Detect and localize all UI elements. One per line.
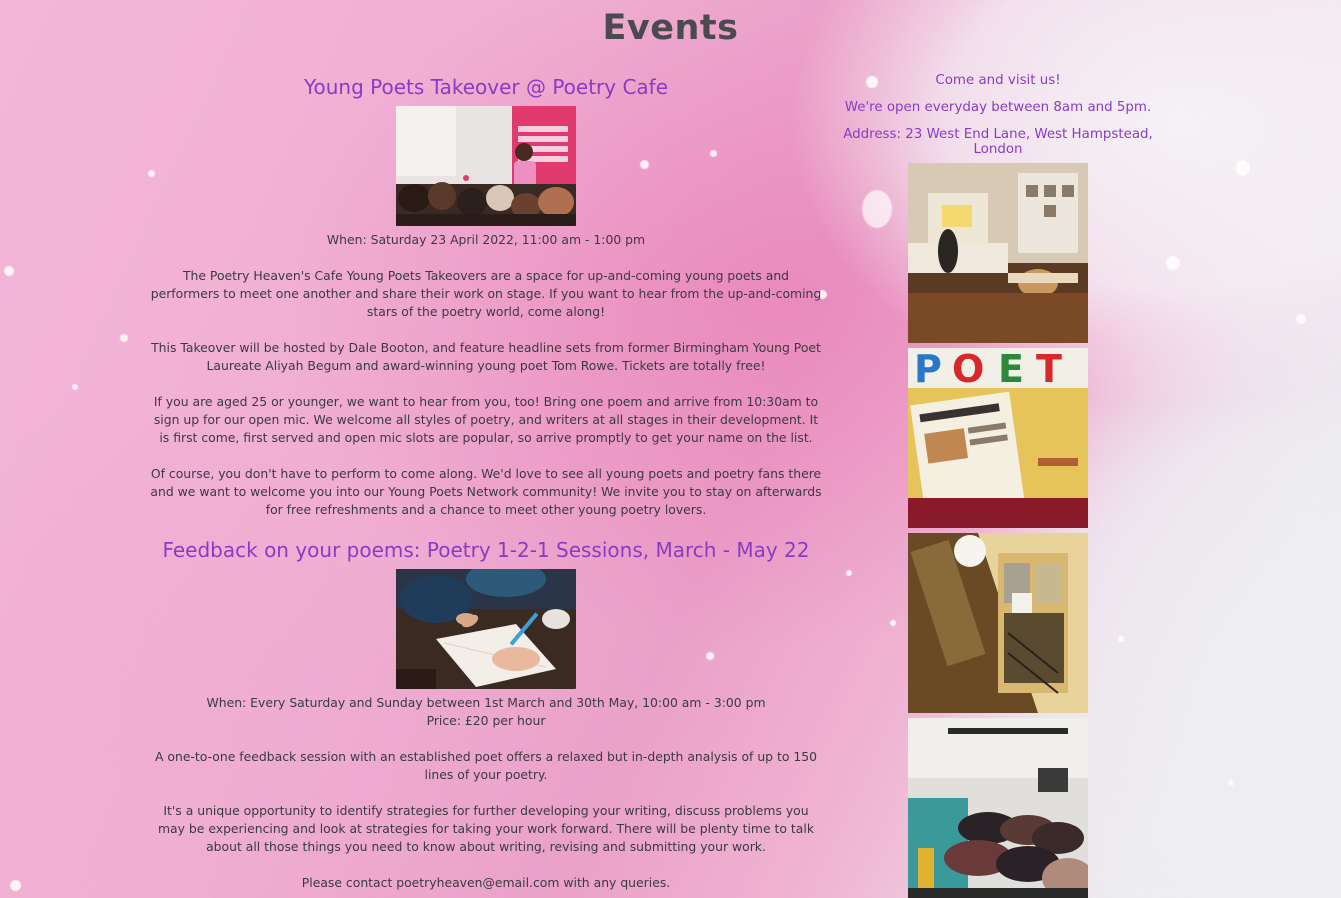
event-title: Feedback on your poems: Poetry 1-2-1 Ses…: [162, 538, 810, 562]
svg-text:E: E: [998, 348, 1024, 391]
event-price: Price: £20 per hour: [426, 713, 546, 728]
event-card: Young Poets Takeover @ Poetry Cafe When:…: [150, 74, 822, 519]
writing-feedback-photo: [396, 569, 576, 689]
event-description: It's a unique opportunity to identify st…: [157, 803, 815, 854]
event-description: If you are aged 25 or younger, we want t…: [153, 394, 819, 445]
events-column: Young Poets Takeover @ Poetry Cafe When:…: [150, 70, 822, 898]
svg-text:P: P: [914, 348, 942, 391]
event-when: When: Every Saturday and Sunday between …: [206, 695, 766, 710]
young-poet-performing-photo: [396, 106, 576, 226]
event-description: The Poetry Heaven's Cafe Young Poets Tak…: [150, 268, 822, 319]
visit-heading: Come and visit us!: [935, 73, 1061, 88]
svg-text:T: T: [1036, 348, 1062, 391]
event-when: When: Saturday 23 April 2022, 11:00 am -…: [326, 232, 646, 247]
event-description: Of course, you don't have to perform to …: [150, 466, 822, 517]
poetry-posters-photo: P O E T: [908, 348, 1088, 528]
visit-sidebar: Come and visit us! We're open everyday b…: [828, 70, 1168, 898]
background-speck: [120, 334, 128, 342]
address: Address: 23 West End Lane, West Hampstea…: [843, 127, 1153, 157]
contact-text: Please contact poetryheaven@email.com wi…: [301, 875, 671, 890]
background-speck: [1166, 256, 1180, 270]
poetry-audience-photo: [908, 718, 1088, 898]
page-title: Events: [602, 8, 739, 48]
background-speck: [1296, 314, 1306, 324]
event-title: Young Poets Takeover @ Poetry Cafe: [303, 75, 669, 99]
event-card: Feedback on your poems: Poetry 1-2-1 Ses…: [150, 537, 822, 892]
cafe-entrance-photo: [908, 533, 1088, 713]
event-description: A one-to-one feedback session with an es…: [154, 749, 818, 782]
background-speck: [1236, 160, 1250, 176]
background-speck: [4, 266, 14, 276]
background-speck: [72, 384, 78, 390]
cafe-interior-photo: [908, 163, 1088, 343]
svg-text:O: O: [952, 348, 984, 391]
background-speck: [1228, 780, 1234, 786]
opening-hours: We're open everyday between 8am and 5pm.: [844, 100, 1152, 115]
background-speck: [10, 880, 21, 891]
event-description: This Takeover will be hosted by Dale Boo…: [151, 340, 821, 373]
